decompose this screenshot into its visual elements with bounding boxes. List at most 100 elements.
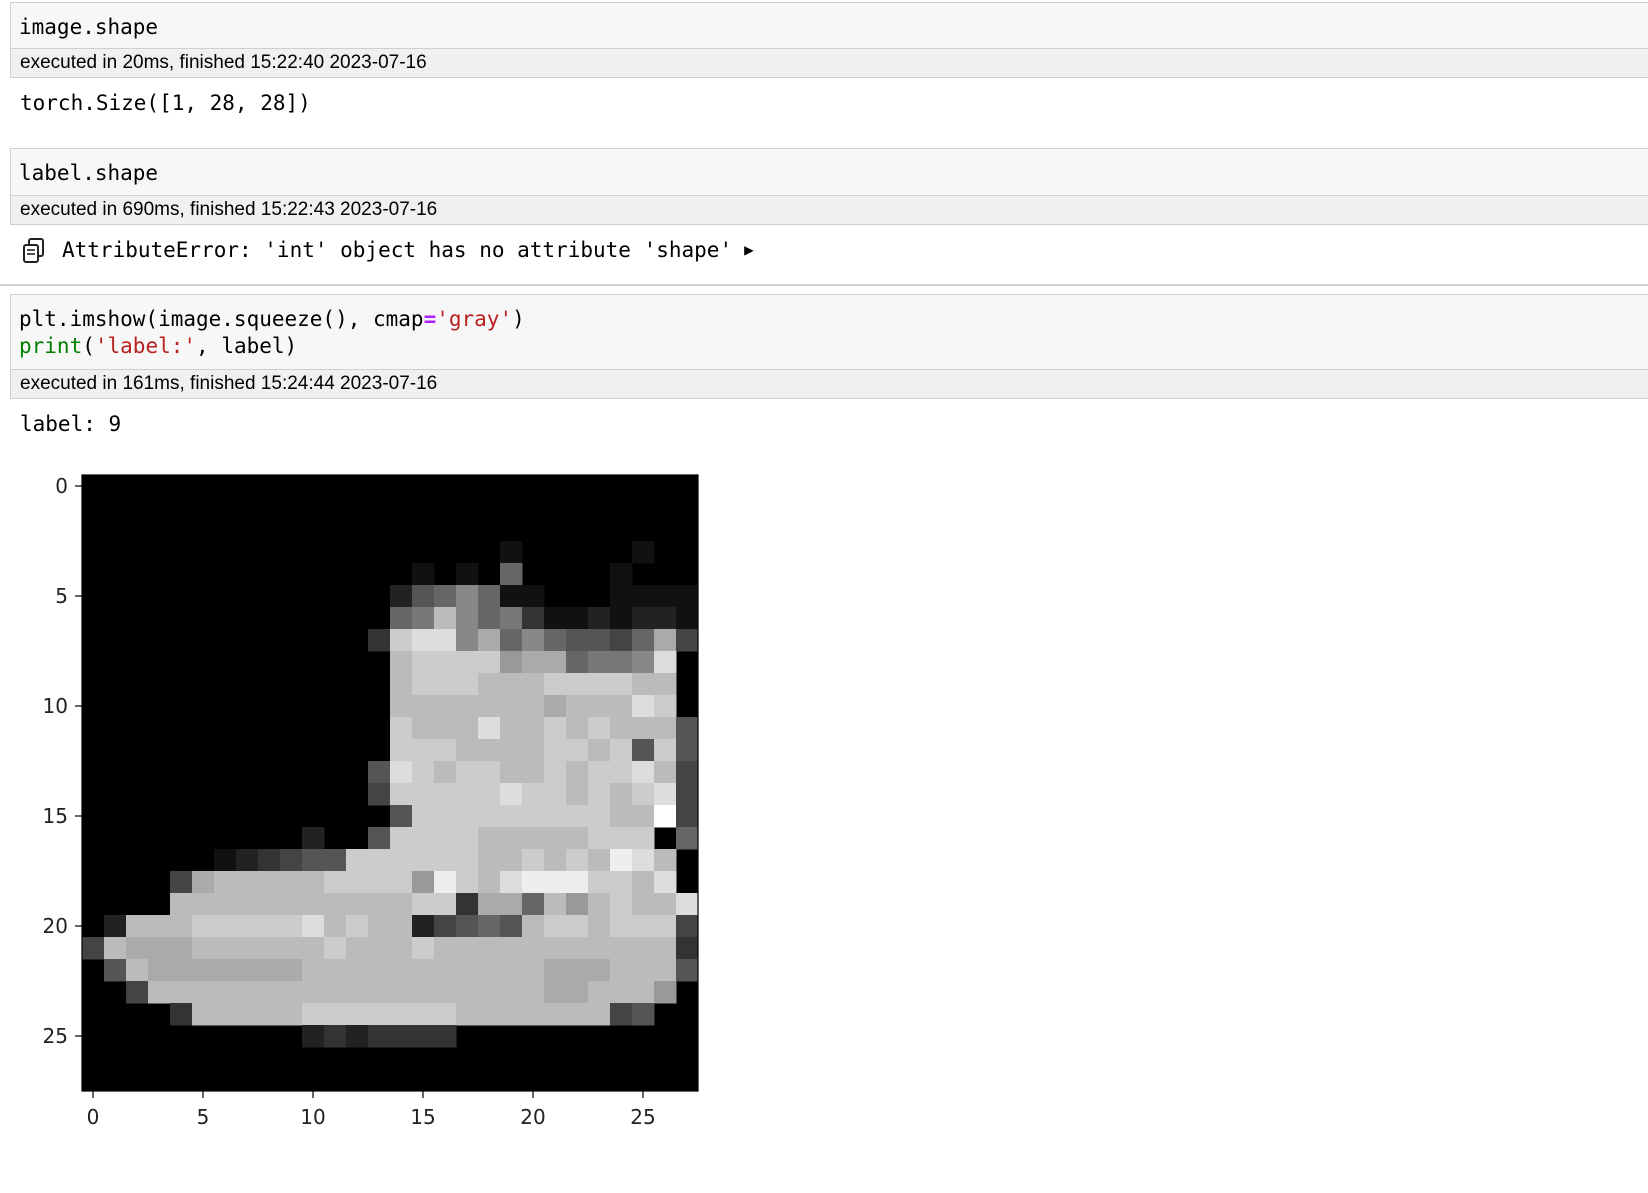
pixel-cell xyxy=(478,827,501,850)
pixel-cell xyxy=(610,673,633,696)
pixel-cell xyxy=(544,893,567,916)
pixel-cell xyxy=(324,981,347,1004)
code-cell-1-output: torch.Size([1, 28, 28]) xyxy=(20,91,311,115)
pixel-cell xyxy=(434,981,457,1004)
pixel-cell xyxy=(654,673,677,696)
pixel-cell xyxy=(632,805,655,828)
pixel-cell xyxy=(434,849,457,872)
pixel-cell xyxy=(632,915,655,938)
pixel-cell xyxy=(236,871,259,894)
pixel-cell xyxy=(390,673,413,696)
pixel-cell xyxy=(522,937,545,960)
pixel-cell xyxy=(368,761,391,784)
code-string: 'label:' xyxy=(94,334,197,358)
pixel-cell xyxy=(588,651,611,674)
pixel-cell xyxy=(610,651,633,674)
pixel-cell xyxy=(412,585,435,608)
pixel-cell xyxy=(522,695,545,718)
pixel-cell xyxy=(500,761,523,784)
pixel-cell xyxy=(610,937,633,960)
pixel-cell xyxy=(434,871,457,894)
pixel-cell xyxy=(478,739,501,762)
pixel-cell xyxy=(478,695,501,718)
pixel-cell xyxy=(522,849,545,872)
pixel-cell xyxy=(566,783,589,806)
pixel-cell xyxy=(412,981,435,1004)
pixel-cell xyxy=(368,871,391,894)
pixel-cell xyxy=(676,937,699,960)
pixel-cell xyxy=(324,1025,347,1048)
pixel-cell xyxy=(632,937,655,960)
pixel-cell xyxy=(610,717,633,740)
expand-triangle-icon[interactable]: ▶ xyxy=(744,236,754,264)
pixel-cell xyxy=(478,1003,501,1026)
pixel-cell xyxy=(390,805,413,828)
pixel-cell xyxy=(390,1003,413,1026)
x-tick-label: 20 xyxy=(520,1105,545,1129)
pixel-cell xyxy=(148,915,171,938)
pixel-cell xyxy=(610,607,633,630)
pixel-cell xyxy=(676,761,699,784)
code-cell-2-exec-info: executed in 690ms, finished 15:22:43 202… xyxy=(10,195,1648,225)
pixel-cell xyxy=(192,937,215,960)
pixel-cell xyxy=(456,761,479,784)
pixel-cell xyxy=(192,981,215,1004)
pixel-cell xyxy=(324,871,347,894)
pixel-cell xyxy=(500,585,523,608)
pixel-cell xyxy=(522,959,545,982)
pixel-cell xyxy=(632,673,655,696)
code-cell-1-source[interactable]: image.shape xyxy=(11,3,1648,50)
pixel-cell xyxy=(434,607,457,630)
copy-icon[interactable] xyxy=(20,236,48,264)
pixel-cell xyxy=(434,629,457,652)
pixel-cell xyxy=(390,871,413,894)
code-cell-1-input[interactable]: image.shape xyxy=(10,2,1648,49)
code-cell-2-source[interactable]: label.shape xyxy=(11,149,1648,196)
pixel-cell xyxy=(544,849,567,872)
pixel-cell xyxy=(456,937,479,960)
pixel-cell xyxy=(302,937,325,960)
pixel-cell xyxy=(412,563,435,586)
pixel-cell xyxy=(170,871,193,894)
pixel-cell xyxy=(214,937,237,960)
pixel-cell xyxy=(500,563,523,586)
pixel-cell xyxy=(478,893,501,916)
pixel-cell xyxy=(654,629,677,652)
code-cell-3-source[interactable]: plt.imshow(image.squeeze(), cmap='gray')… xyxy=(11,295,1648,369)
pixel-cell xyxy=(456,607,479,630)
pixel-cell xyxy=(456,717,479,740)
pixel-cell xyxy=(214,871,237,894)
code-cell-3-output: label: 9 xyxy=(20,412,122,436)
pixel-cell xyxy=(368,1025,391,1048)
pixel-cell xyxy=(170,915,193,938)
pixel-cell xyxy=(654,849,677,872)
pixel-cell xyxy=(676,893,699,916)
pixel-cell xyxy=(544,651,567,674)
code-cell-2-input[interactable]: label.shape xyxy=(10,148,1648,195)
pixel-cell xyxy=(478,871,501,894)
pixel-cell xyxy=(390,585,413,608)
pixel-cell xyxy=(588,893,611,916)
pixel-cell xyxy=(654,717,677,740)
pixel-cell xyxy=(170,981,193,1004)
pixel-cell xyxy=(258,871,281,894)
pixel-cell xyxy=(610,893,633,916)
pixel-cell xyxy=(610,849,633,872)
pixel-cell xyxy=(456,651,479,674)
pixel-cell xyxy=(632,981,655,1004)
pixel-cell xyxy=(566,761,589,784)
pixel-cell xyxy=(588,673,611,696)
y-tick-label: 20 xyxy=(43,914,68,938)
code-cell-3-input[interactable]: plt.imshow(image.squeeze(), cmap='gray')… xyxy=(10,294,1648,370)
pixel-cell xyxy=(588,981,611,1004)
pixel-cell xyxy=(390,651,413,674)
pixel-cell xyxy=(632,739,655,762)
pixel-cell xyxy=(478,761,501,784)
pixel-cell xyxy=(500,695,523,718)
y-tick-label: 0 xyxy=(55,474,68,498)
pixel-cell xyxy=(478,805,501,828)
pixel-cell xyxy=(588,739,611,762)
pixel-cell xyxy=(390,915,413,938)
pixel-cell xyxy=(544,717,567,740)
pixel-cell xyxy=(324,959,347,982)
